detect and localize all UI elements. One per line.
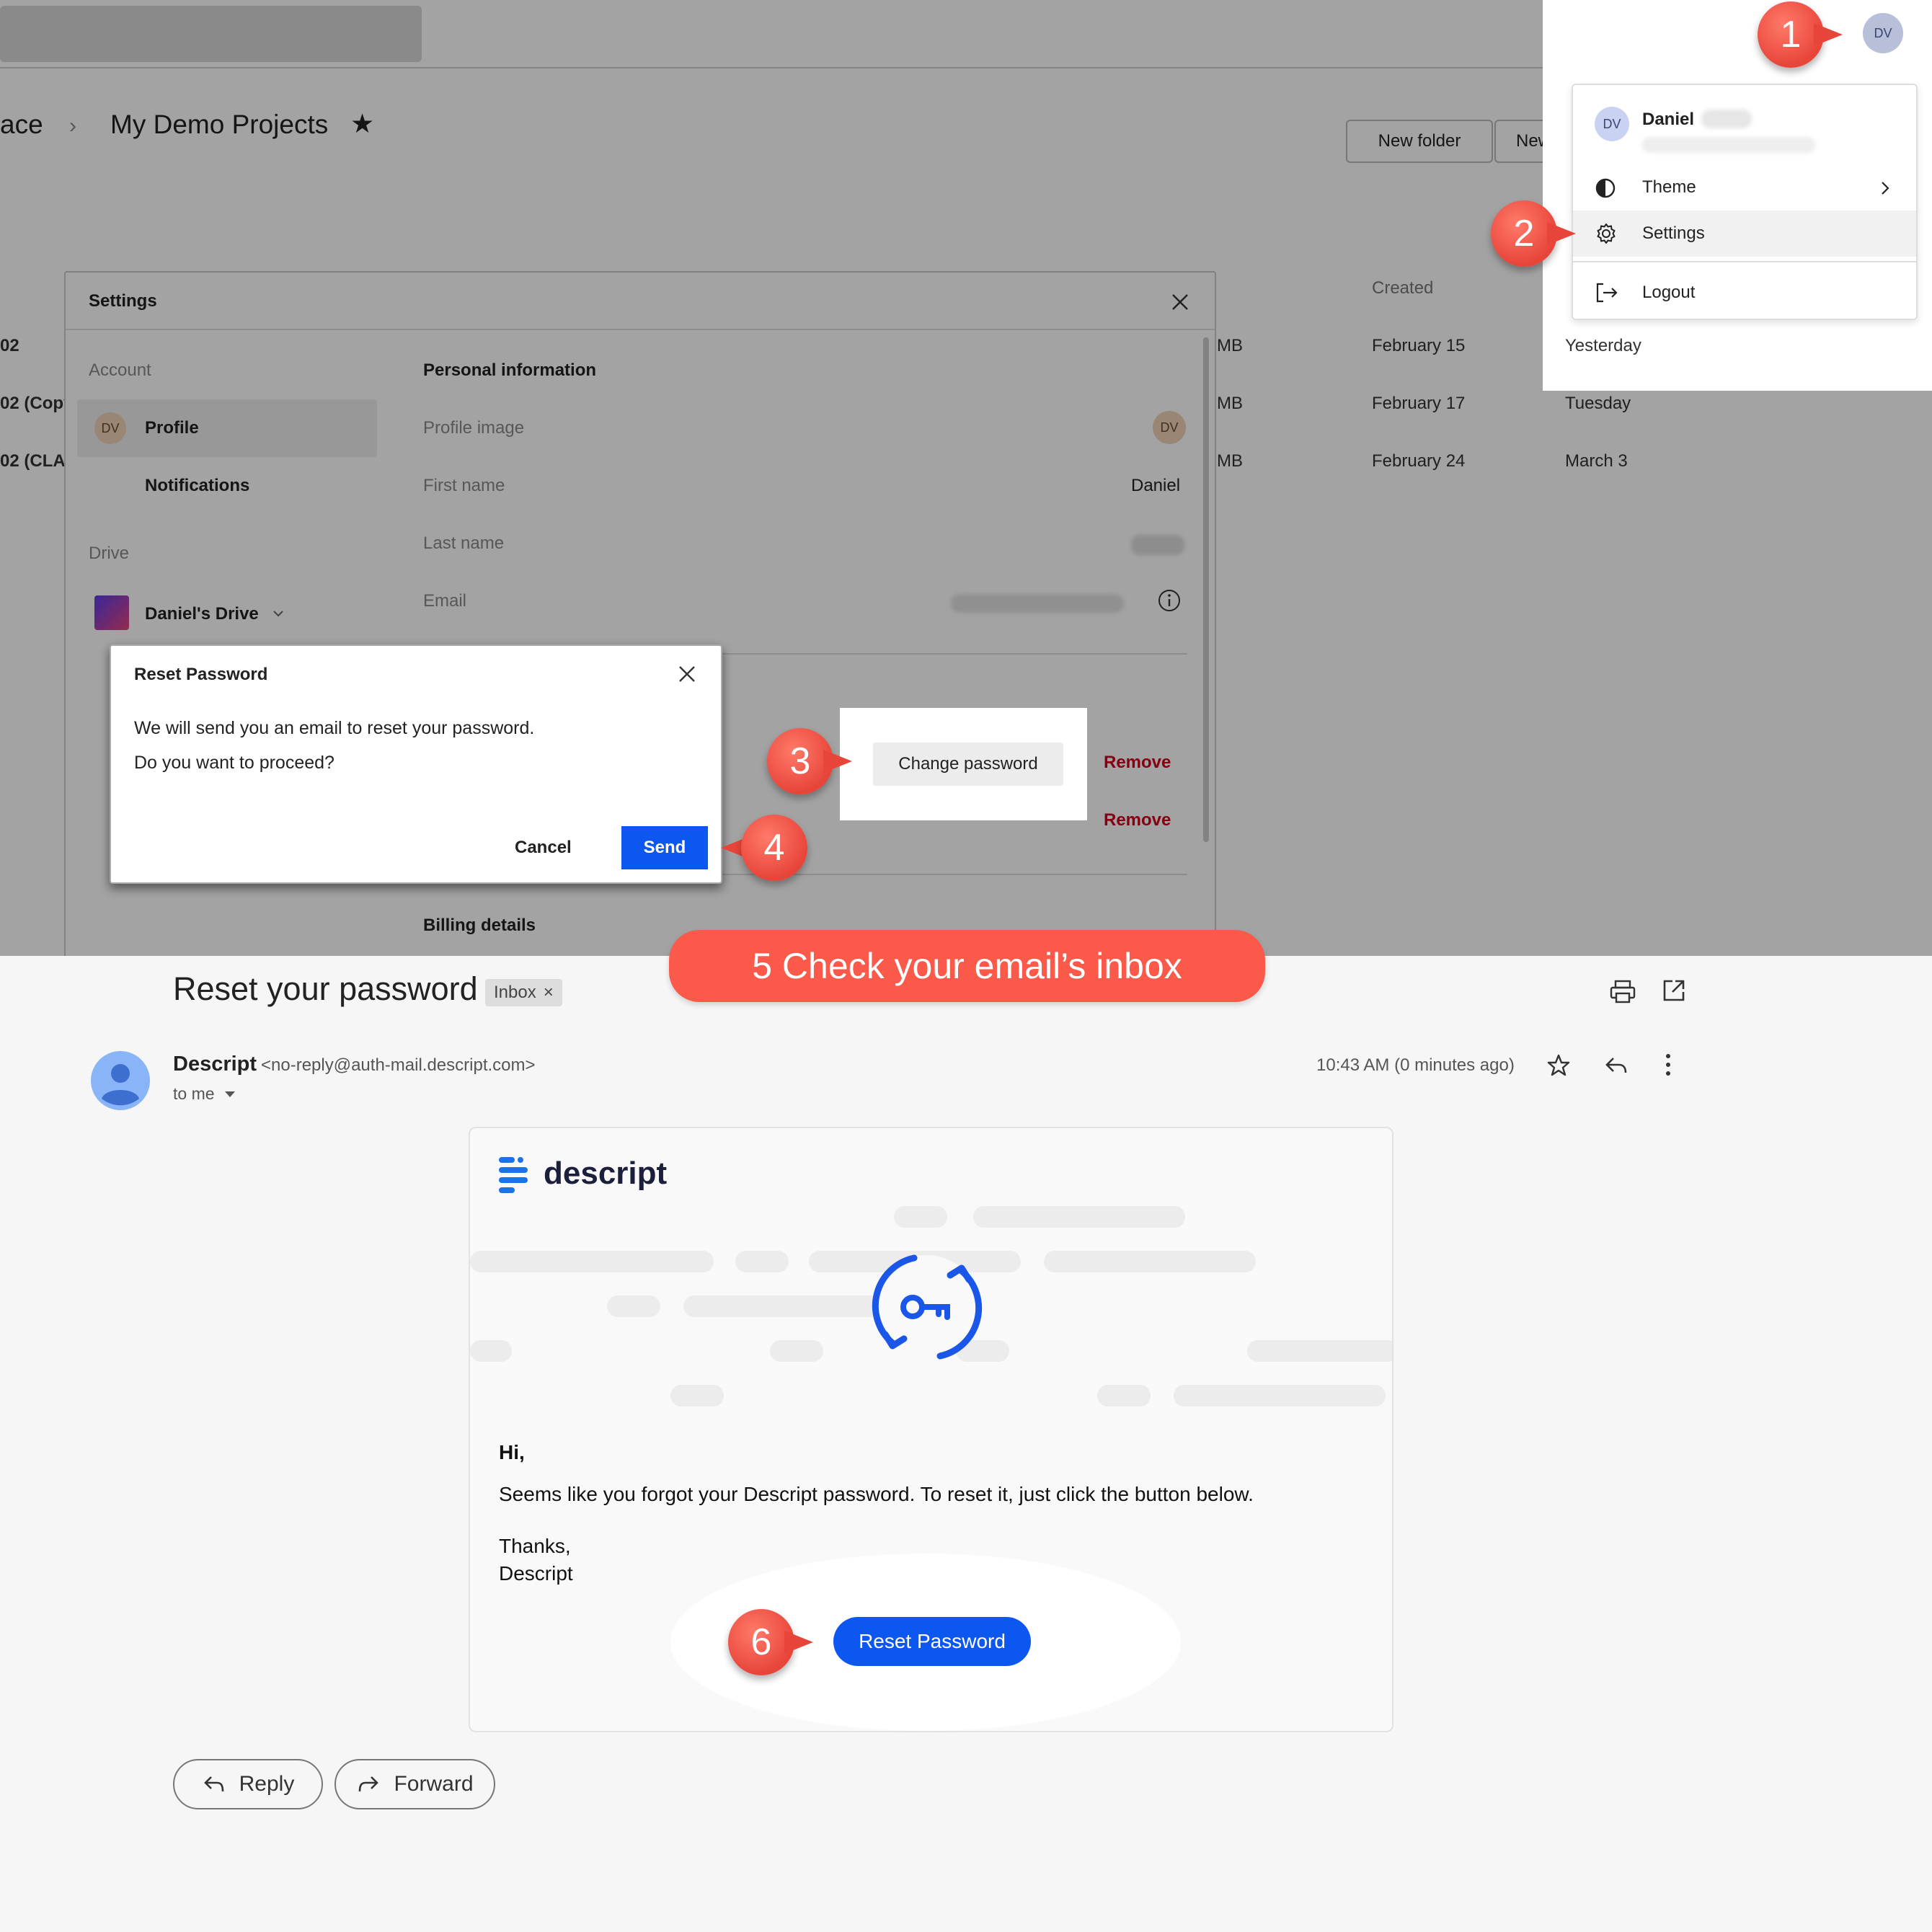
reply-icon[interactable] xyxy=(1603,1054,1629,1077)
sender-avatar[interactable] xyxy=(91,1051,150,1110)
reset-password-dialog: Reset Password We will send you an email… xyxy=(110,644,722,884)
descript-logo-icon xyxy=(499,1157,528,1193)
reset-password-button[interactable]: Reset Password xyxy=(833,1617,1031,1666)
table-row-last: Yesterday xyxy=(1565,336,1641,355)
menu-item-logout[interactable]: Logout xyxy=(1573,270,1916,316)
reset-dialog-title: Reset Password xyxy=(134,665,268,684)
recipient-label[interactable]: to me xyxy=(173,1084,215,1104)
caret-down-icon[interactable] xyxy=(223,1090,236,1099)
reset-dialog-line-2: Do you want to proceed? xyxy=(134,753,334,773)
inbox-label-chip[interactable]: Inbox × xyxy=(485,979,562,1006)
step-5-banner: 5 Check your email’s inbox xyxy=(669,930,1265,1002)
menu-item-theme[interactable]: Theme xyxy=(1573,164,1916,211)
sender-name[interactable]: Descript xyxy=(173,1053,257,1076)
decorative-pill xyxy=(1247,1340,1392,1362)
theme-contrast-icon xyxy=(1595,178,1616,198)
profile-avatar-button[interactable]: DV xyxy=(1863,13,1903,53)
reply-icon xyxy=(203,1776,223,1792)
inbox-label-text: Inbox xyxy=(494,983,536,1002)
reply-label: Reply xyxy=(239,1772,295,1796)
cancel-button[interactable]: Cancel xyxy=(515,838,572,858)
gear-icon xyxy=(1597,223,1616,244)
menu-item-label: Theme xyxy=(1642,177,1696,197)
more-options-icon[interactable] xyxy=(1664,1053,1672,1077)
menu-item-settings[interactable]: Settings xyxy=(1573,211,1916,257)
decorative-pill xyxy=(1044,1251,1256,1272)
close-icon[interactable]: × xyxy=(544,983,554,1003)
decorative-pill xyxy=(894,1206,947,1228)
step-badge-4: 4 xyxy=(741,815,807,881)
dropdown-user-name: Daniel xyxy=(1642,110,1695,129)
password-reset-key-icon xyxy=(872,1254,983,1360)
logout-icon xyxy=(1596,283,1618,303)
change-password-button[interactable]: Change password xyxy=(873,743,1063,786)
decorative-pill xyxy=(683,1295,895,1317)
profile-dropdown-menu: DV Daniel Theme Settings Logout xyxy=(1572,84,1918,320)
badge-pointer-icon xyxy=(784,1631,813,1654)
email-signature: Descript xyxy=(499,1562,573,1585)
blurred-last-name xyxy=(1701,110,1752,128)
decorative-pill xyxy=(1174,1385,1386,1406)
badge-pointer-icon xyxy=(1814,23,1843,46)
open-in-new-window-icon[interactable] xyxy=(1661,978,1687,1003)
menu-item-label: Settings xyxy=(1642,223,1705,243)
star-icon[interactable] xyxy=(1546,1053,1572,1078)
badge-pointer-icon xyxy=(823,750,852,773)
forward-label: Forward xyxy=(394,1772,474,1796)
email-body-card: descript Hi, Seems like you forgot your … xyxy=(469,1127,1393,1732)
menu-item-label: Logout xyxy=(1642,283,1696,302)
reply-button[interactable]: Reply xyxy=(173,1759,323,1809)
divider xyxy=(1573,261,1916,262)
badge-pointer-icon xyxy=(1547,222,1576,245)
send-button[interactable]: Send xyxy=(621,826,708,869)
email-greeting: Hi, xyxy=(499,1441,525,1463)
close-icon[interactable] xyxy=(678,665,696,683)
decorative-pill xyxy=(735,1251,789,1272)
decorative-pill xyxy=(973,1206,1185,1228)
avatar: DV xyxy=(1595,107,1629,141)
brand-wordmark: descript xyxy=(544,1156,668,1191)
blurred-email xyxy=(1642,137,1815,153)
email-body-text: Seems like you forgot your Descript pass… xyxy=(499,1483,1254,1505)
print-icon[interactable] xyxy=(1609,979,1636,1005)
decorative-pill xyxy=(1097,1385,1151,1406)
decorative-pill xyxy=(607,1295,660,1317)
decorative-pill xyxy=(670,1385,724,1406)
email-thanks: Thanks, xyxy=(499,1535,571,1557)
forward-icon xyxy=(359,1776,379,1792)
decorative-pill xyxy=(470,1251,714,1272)
change-password-spotlight: Change password xyxy=(840,708,1087,820)
reset-dialog-line-1: We will send you an email to reset your … xyxy=(134,718,535,738)
sender-address: <no-repl​y@auth-mail.descript.com> xyxy=(261,1055,536,1075)
email-subject: Reset your password xyxy=(173,970,478,1007)
chevron-right-icon xyxy=(1882,182,1889,195)
forward-button[interactable]: Forward xyxy=(334,1759,495,1809)
email-timestamp: 10:43 AM (0 minutes ago) xyxy=(1316,1055,1515,1075)
decorative-pill xyxy=(470,1340,512,1362)
decorative-pill xyxy=(770,1340,823,1362)
